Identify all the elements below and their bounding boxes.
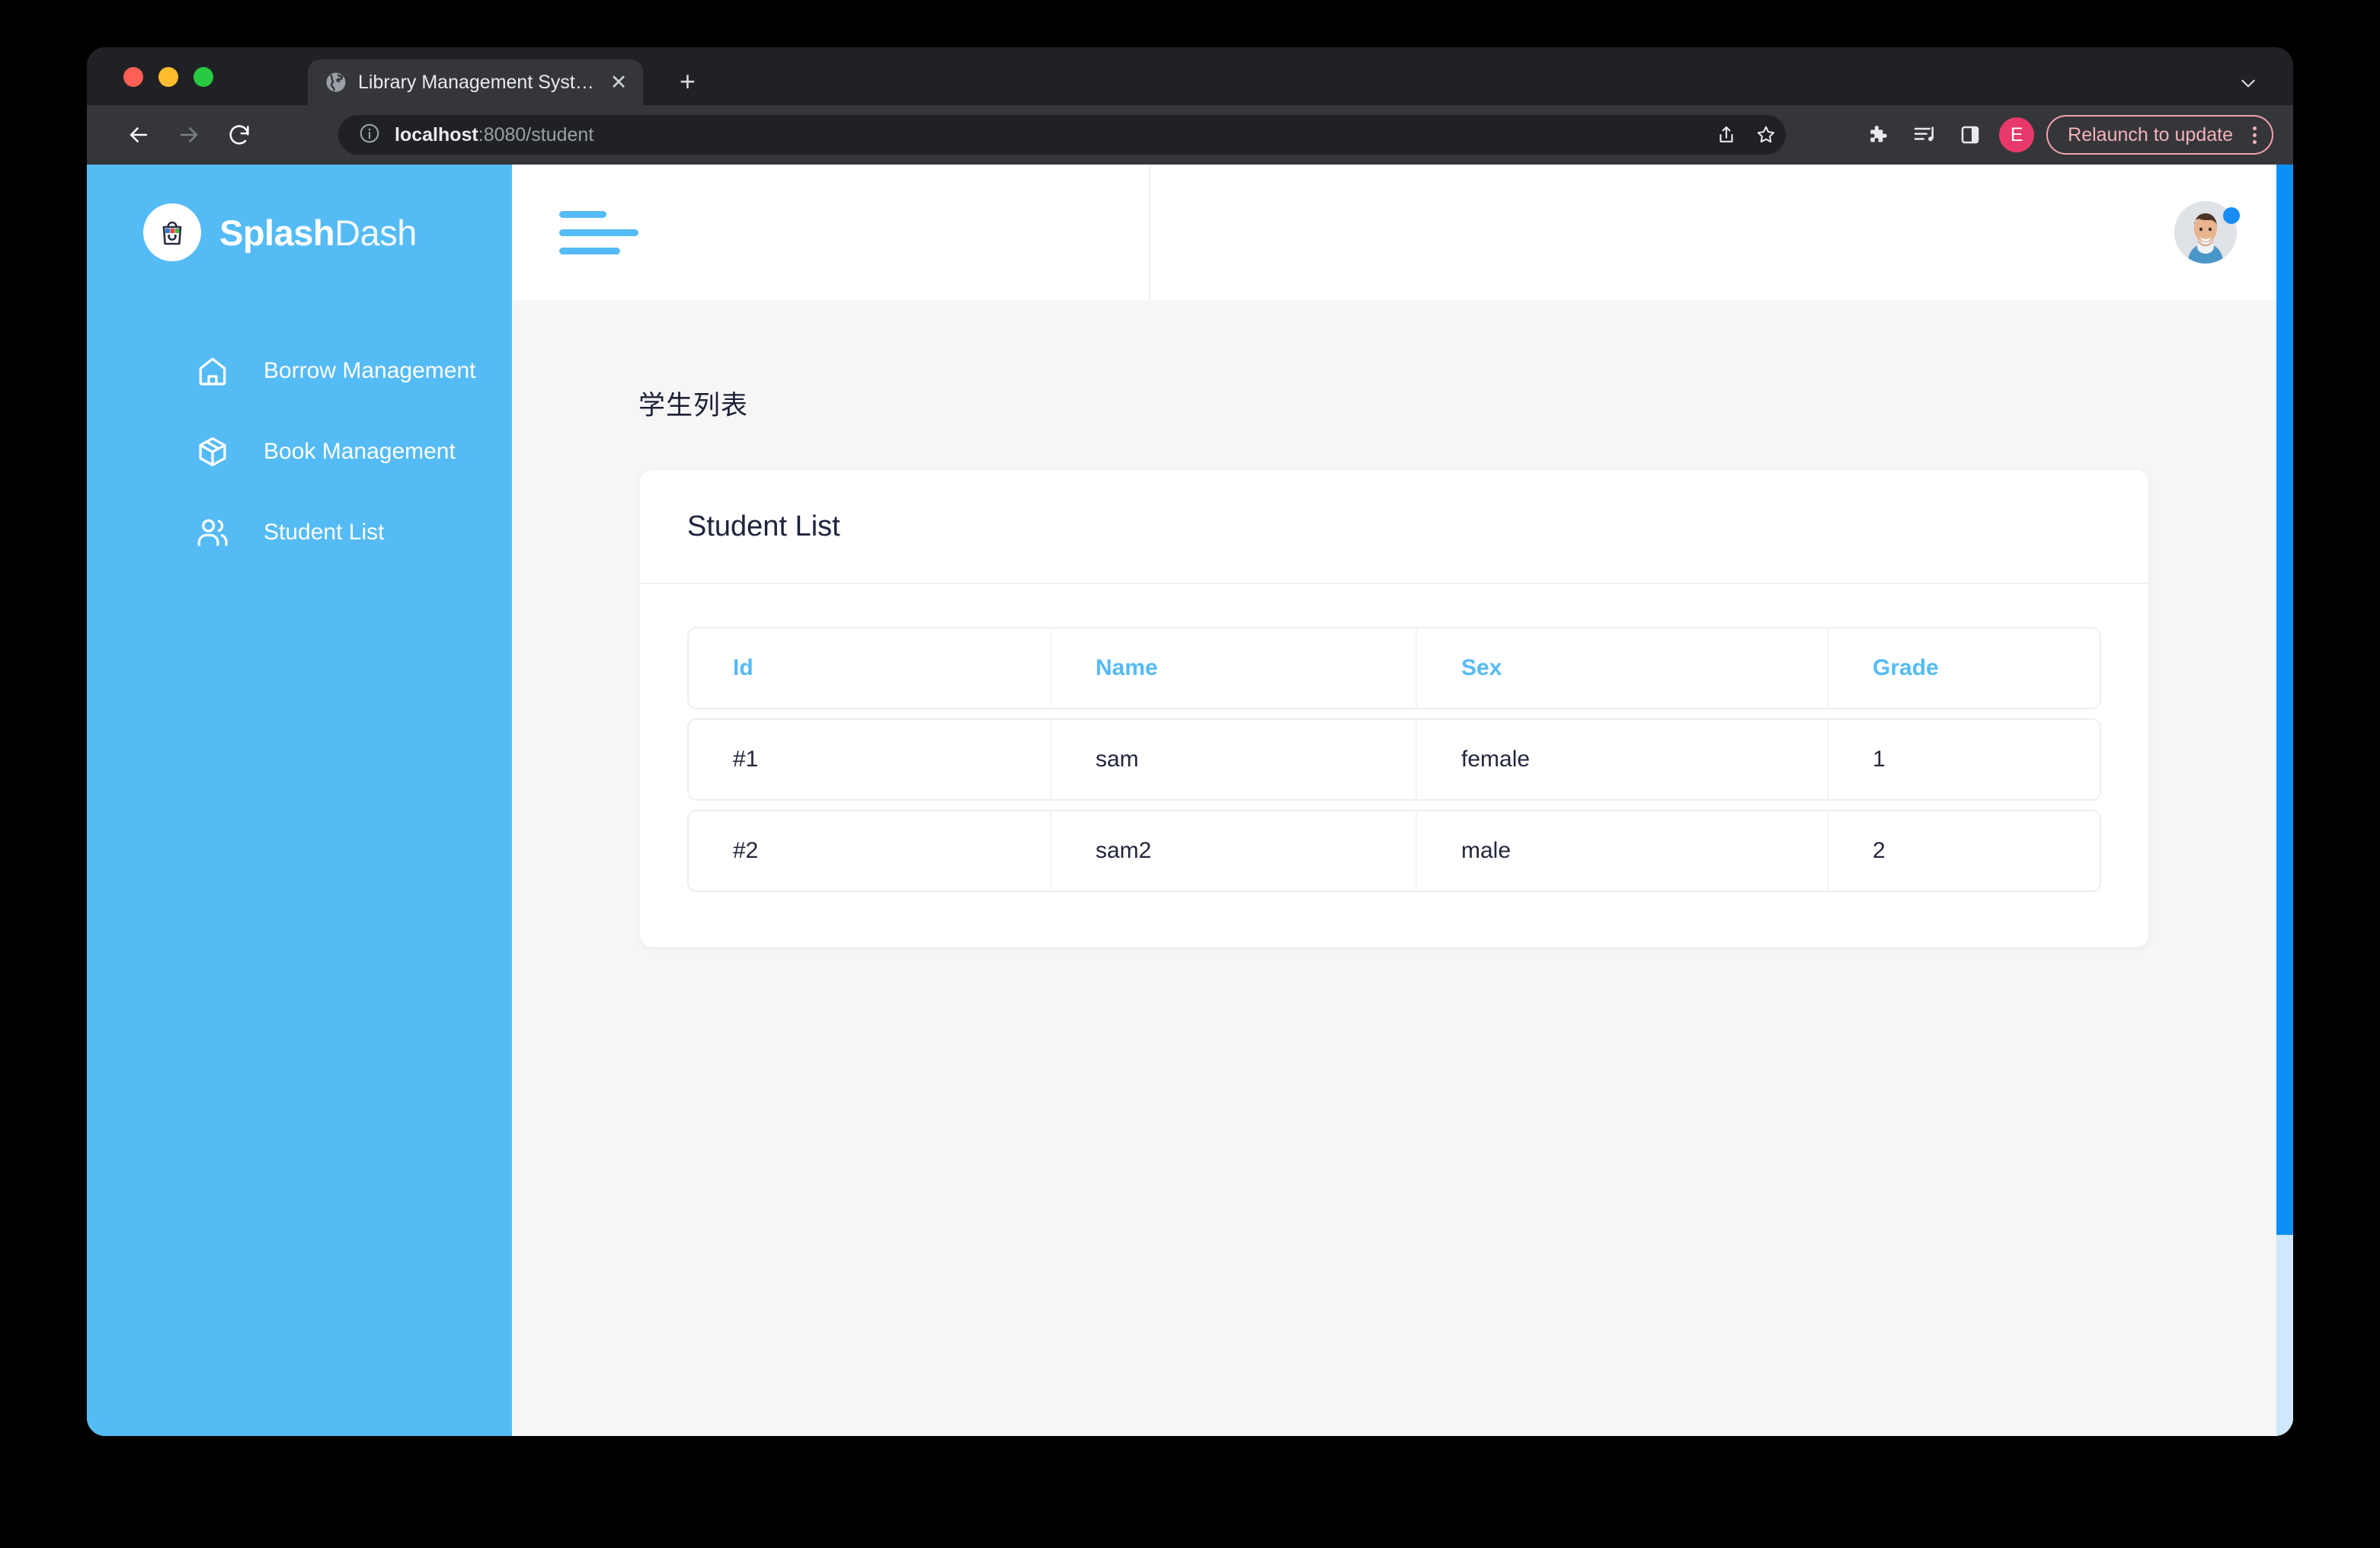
relaunch-to-update-button[interactable]: Relaunch to update [2046,115,2273,155]
star-icon[interactable] [1749,118,1783,152]
sidebar-item-student-list[interactable]: Student List [87,492,512,573]
users-icon [195,515,230,550]
browser-tab-title: Library Management System [358,71,597,93]
sidebar-nav: Borrow Management Book Management Studen… [87,300,512,573]
shopping-bag-icon [143,203,201,261]
page-scrollbar[interactable] [2276,165,2293,1436]
cell-name: sam2 [1050,810,1416,892]
close-icon[interactable]: ✕ [608,72,629,93]
cell-id: #1 [733,747,759,772]
brand-name-primary: Splash [219,212,335,253]
new-tab-button[interactable]: + [680,68,696,95]
toolbar-right-cluster: E Relaunch to update [1862,105,2273,165]
app-header [512,165,2293,300]
page-viewport: SplashDash Borrow Management Book Manage… [87,165,2293,1436]
hamburger-line [559,229,638,236]
package-box-icon [195,434,230,469]
cell-name: sam [1050,718,1416,801]
url-path: :8080/student [478,123,594,146]
browser-tab-strip: Library Management System ✕ + [87,47,2293,105]
chevron-down-icon[interactable] [2238,73,2258,93]
app-sidebar: SplashDash Borrow Management Book Manage… [87,165,512,1436]
sidebar-item-label: Book Management [264,439,456,464]
address-bar[interactable]: localhost:8080/student [338,115,1786,155]
cell-id: #2 [733,838,759,863]
table-header-row: Id Name Sex Grade [687,627,2101,709]
brand-name: SplashDash [219,212,417,254]
share-icon[interactable] [1710,118,1743,152]
cell-sex: female [1416,718,1827,801]
student-list-card: Student List Id Name Sex Grade #1 sam fe… [640,470,2148,947]
sidebar-item-label: Student List [264,520,385,545]
column-header-id[interactable]: Id [689,627,1050,709]
globe-icon [325,71,347,94]
hamburger-line [559,210,606,218]
brand-logo[interactable]: SplashDash [87,165,512,300]
main-content: 学生列表 Student List Id Name Sex Grade #1 s… [512,300,2293,1436]
column-header-sex[interactable]: Sex [1416,627,1827,709]
kebab-menu-icon[interactable] [2244,126,2266,144]
hamburger-icon[interactable] [559,210,638,254]
column-header-name[interactable]: Name [1050,627,1416,709]
forward-arrow-icon [172,118,206,152]
status-badge [2223,207,2240,224]
sidebar-item-book-management[interactable]: Book Management [87,411,512,492]
brand-name-secondary: Dash [334,212,417,253]
sidebar-item-label: Borrow Management [264,358,476,383]
card-body: Id Name Sex Grade #1 sam female 1 #2 sam… [640,584,2148,947]
reload-icon[interactable] [222,118,256,152]
hamburger-line [559,247,620,254]
window-traffic-lights [123,67,213,87]
card-header: Student List [640,470,2148,584]
sidebar-item-borrow-management[interactable]: Borrow Management [87,331,512,411]
puzzle-piece-icon[interactable] [1862,118,1895,152]
browser-toolbar: localhost:8080/student E Relaunch to upd… [87,105,2293,165]
back-arrow-icon[interactable] [122,118,155,152]
home-icon [195,353,230,389]
cell-grade: 1 [1827,718,2148,801]
table-row[interactable]: #1 sam female 1 [687,718,2101,801]
info-circle-icon[interactable] [358,122,381,149]
cell-grade: 2 [1827,810,2148,892]
cell-sex: male [1416,810,1827,892]
header-divider [1149,165,1150,300]
page-scrollbar-thumb[interactable] [2276,165,2293,1235]
browser-window: Library Management System ✕ + localhost:… [87,47,2293,1436]
avatar[interactable] [2174,201,2240,264]
close-window-button[interactable] [123,67,143,87]
card-title: Student List [687,510,840,542]
profile-avatar-chip[interactable]: E [1999,117,2035,152]
browser-tab[interactable]: Library Management System ✕ [308,59,643,105]
maximize-window-button[interactable] [194,67,213,87]
column-header-grade[interactable]: Grade [1827,627,2148,709]
address-bar-url: localhost:8080/student [395,124,593,146]
url-host: localhost [395,123,478,146]
relaunch-label: Relaunch to update [2068,123,2233,146]
minimize-window-button[interactable] [158,67,178,87]
playlist-icon[interactable] [1908,118,1941,152]
page-title: 学生列表 [638,391,749,421]
side-panel-icon[interactable] [1953,118,1987,152]
omnibox-actions [1710,115,1786,155]
table-row[interactable]: #2 sam2 male 2 [687,810,2101,892]
